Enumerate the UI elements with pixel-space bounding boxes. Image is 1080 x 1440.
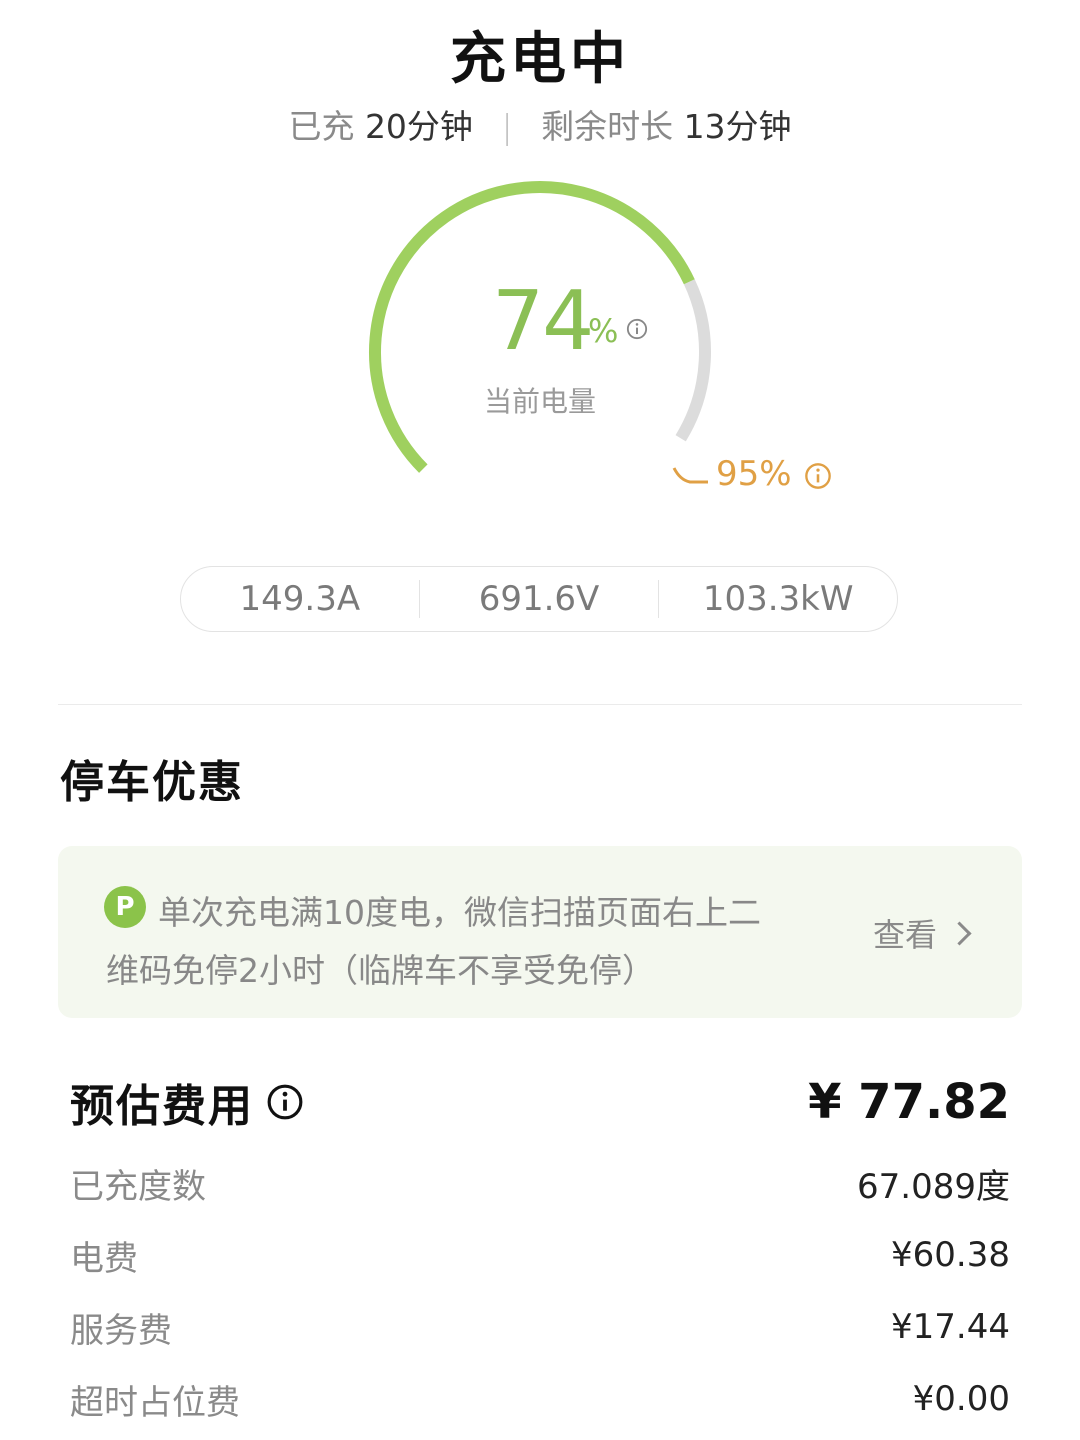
- parking-promo-text: 单次充电满10度电，微信扫描页面右上二 维码免停2小时（临牌车不享受免停）: [106, 884, 806, 1000]
- fee-row: 已充度数 67.089度: [70, 1158, 1010, 1208]
- info-icon[interactable]: [626, 318, 648, 340]
- fee-row-value: ¥0.00: [912, 1379, 1010, 1419]
- fee-title: 预估费用: [70, 1081, 254, 1132]
- info-icon[interactable]: [804, 462, 832, 490]
- fee-row-value: ¥17.44: [891, 1307, 1010, 1347]
- fee-total: ¥ 77.82: [808, 1074, 1010, 1130]
- battery-gauge: [369, 181, 711, 473]
- info-icon[interactable]: [266, 1083, 304, 1121]
- fee-row-label: 服务费: [70, 1310, 172, 1351]
- fee-section-title: 预估费用: [70, 1070, 304, 1134]
- promo-line-1: 单次充电满10度电，微信扫描页面右上二: [158, 893, 761, 932]
- fee-row: 电费 ¥60.38: [70, 1230, 1010, 1280]
- voltage-metric: 691.6V: [478, 579, 600, 619]
- power-metric: 103.3kW: [702, 579, 854, 619]
- promo-line-2: 维码免停2小时（临牌车不享受免停）: [106, 951, 655, 990]
- charging-page: 充电中 已充 20分钟 | 剩余时长 13分钟 74 % 当前电量 95% 14…: [0, 0, 1080, 1440]
- fee-row: 超时占位费 ¥0.00: [70, 1374, 1010, 1424]
- current-percent-label: 当前电量: [483, 385, 596, 418]
- percent-unit: %: [588, 312, 619, 350]
- current-metric: 149.3A: [239, 579, 361, 619]
- fee-row-label: 电费: [70, 1238, 138, 1279]
- parking-promo-card[interactable]: P 单次充电满10度电，微信扫描页面右上二 维码免停2小时（临牌车不享受免停） …: [58, 846, 1022, 1018]
- charging-metrics: 149.3A 691.6V 103.3kW: [180, 566, 898, 632]
- chevron-right-icon: [947, 920, 972, 946]
- parking-section-title: 停车优惠: [60, 757, 244, 808]
- target-marker-icon: [672, 467, 708, 484]
- target-value: 95%: [716, 454, 792, 494]
- fee-row-value: ¥60.38: [891, 1235, 1010, 1275]
- view-button[interactable]: 查看: [872, 910, 972, 956]
- fee-row-label: 超时占位费: [70, 1382, 240, 1423]
- view-button-label: 查看: [872, 916, 937, 954]
- section-divider: [58, 704, 1022, 705]
- percent-value: 74: [492, 274, 594, 369]
- fee-row-label: 已充度数: [70, 1166, 206, 1207]
- fee-row: 服务费 ¥17.44: [70, 1302, 1010, 1352]
- fee-row-value: 67.089度: [857, 1166, 1010, 1207]
